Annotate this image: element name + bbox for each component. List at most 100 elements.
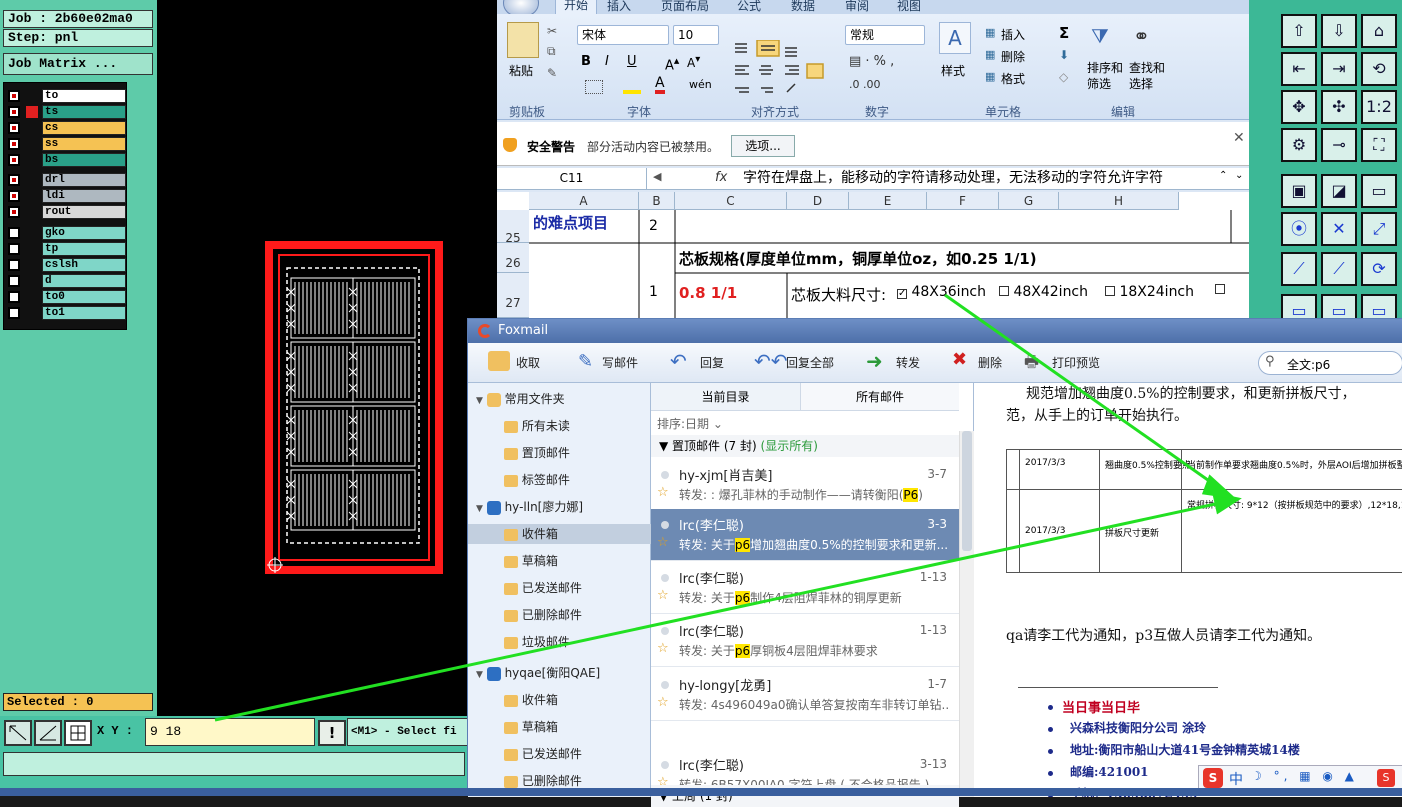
layer-row-to0[interactable]: to0 [8,290,126,304]
frame-icon[interactable]: ▣ [1281,174,1317,208]
search-box[interactable]: ⚲ 全文:p6 [1258,351,1402,375]
edit-icon[interactable]: ◪ [1321,174,1357,208]
grow-font-icon[interactable]: A▴ [665,54,679,73]
spreadsheet-grid[interactable]: ABCDEFGH 25 26 27 的难点项目 2 芯板规格(厚度单位mm，铜厚… [497,192,1249,318]
insert-cells-button[interactable]: 插入 [1001,26,1025,43]
folder-item[interactable]: 已发送邮件 [504,578,582,598]
layer-toggle-checkbox[interactable] [8,291,20,303]
zoom-fit-button[interactable] [4,720,32,746]
star-icon[interactable]: ☆ [657,641,669,656]
layer-name[interactable]: to [42,89,126,103]
layer-toggle-checkbox[interactable] [8,227,20,239]
layer-name[interactable]: d [42,274,126,288]
cell-a25[interactable]: 的难点项目 [533,212,608,233]
mail-item[interactable]: ☆ hy-xjm[肖吉美] 3-7 转发: : 爆孔菲林的手动制作——请转衡阳(P6) [651,459,959,511]
sogou-tray-icon[interactable]: S [1377,769,1395,787]
delete-cells-button[interactable]: 删除 [1001,48,1025,65]
ribbon-tab-6[interactable]: 视图 [897,0,921,12]
folder-item[interactable]: ▼ hy-lln[廖力娜] [476,497,583,517]
layer-toggle-checkbox[interactable] [8,154,20,166]
find-select-button[interactable]: 查找和 选择 [1129,60,1165,92]
ribbon-tab-4[interactable]: 数据 [791,0,815,12]
node-icon[interactable]: ⦿ [1281,212,1317,246]
column-header-C[interactable]: C [675,192,787,210]
layer-toggle-checkbox[interactable] [8,174,20,186]
folder-item[interactable]: 标签邮件 [504,470,570,490]
layer-name[interactable]: ts [42,105,126,119]
number-format-select[interactable]: 常规 [845,25,925,45]
layer-name[interactable]: to1 [42,306,126,320]
taskbar[interactable] [0,788,1402,796]
layer-name[interactable]: gko [42,226,126,240]
column-header-B[interactable]: B [639,192,675,210]
cell-d27[interactable]: 芯板大料尺寸: [791,284,886,305]
cell-b27[interactable]: 1 [649,284,658,300]
layer-toggle-checkbox[interactable] [8,138,20,150]
layer-name[interactable]: cslsh [42,258,126,272]
print-preview-button[interactable]: 打印预览 [1052,353,1100,373]
layer-row-drl[interactable]: drl [8,173,126,187]
ime-tools-icon[interactable]: ☽ °, ▦ ◉ ▲ [1251,769,1358,783]
layer-name[interactable]: ss [42,137,126,151]
ribbon-tab-3[interactable]: 公式 [737,0,761,12]
search-input[interactable]: 全文:p6 [1287,356,1330,373]
group-header-pinned[interactable]: ▼ 置顶邮件 (7 封) (显示所有) [651,435,959,457]
folder-item[interactable]: ▼ 常用文件夹 [476,389,565,409]
line-icon[interactable]: ⟋ [1281,252,1317,286]
cell-c26[interactable]: 芯板规格(厚度单位mm，铜厚单位oz，如0.25 1/1) [679,248,1037,269]
font-size-select[interactable]: 10 [673,25,719,45]
sort-selector[interactable]: 排序:日期 ⌄ [657,415,723,432]
draw-icon[interactable]: ⟋ [1321,252,1357,286]
mail-item[interactable]: ☆ lrc(李仁聪) 3-3 转发: 关于p6增加翘曲度0.5%的控制要求和更新... [651,509,959,561]
measure-button[interactable] [34,720,62,746]
layer-row-ss[interactable]: ss [8,137,126,151]
connect-icon[interactable]: ⊸ [1321,128,1357,162]
layer-name[interactable]: cs [42,121,126,135]
layer-name[interactable]: drl [42,173,126,187]
layer-toggle-checkbox[interactable] [8,307,20,319]
layer-name[interactable]: rout [42,205,126,219]
reply-all-button[interactable]: 回复全部 [786,353,834,373]
decimal-icon[interactable]: .0 .00 [849,78,881,91]
layer-toggle-checkbox[interactable] [8,122,20,134]
star-icon[interactable]: ☆ [657,695,669,710]
layer-row-to[interactable]: to [8,89,126,103]
column-header-F[interactable]: F [927,192,999,210]
layer-row-to1[interactable]: to1 [8,306,126,320]
move-node-icon[interactable]: ⤢ [1361,212,1397,246]
shift-up-icon[interactable]: ⇧ [1281,14,1317,48]
layer-row-tp[interactable]: tp [8,242,126,256]
pan-left-icon[interactable]: ⇤ [1281,52,1317,86]
checkbox-option-3[interactable]: 18X24inch [1105,284,1194,300]
folder-item[interactable]: 收件箱 [504,690,558,710]
styles-button[interactable]: 样式 [941,62,965,79]
ime-mode[interactable]: 中 [1229,769,1243,789]
center-icon[interactable]: ✣ [1321,90,1357,124]
ribbon-tab-2[interactable]: 页面布局 [661,0,709,12]
layer-toggle-checkbox[interactable] [8,90,20,102]
layer-toggle-checkbox[interactable] [8,206,20,218]
star-icon[interactable]: ☆ [657,535,669,550]
receive-button[interactable]: 收取 [516,353,540,373]
xy-coordinate-input[interactable]: 9 18 [145,718,315,746]
star-icon[interactable]: ☆ [657,485,669,500]
layer-row-d[interactable]: d [8,274,126,288]
currency-icon[interactable]: ▤ · % , [849,54,894,69]
column-header-E[interactable]: E [849,192,927,210]
formula-input[interactable]: 字符在焊盘上，能移动的字符请移动处理，无法移动的字符允许字符 [743,168,1163,189]
column-header-G[interactable]: G [999,192,1059,210]
border-icon[interactable] [585,80,603,94]
layer-row-ldi[interactable]: ldi [8,189,126,203]
folder-item[interactable]: 所有未读 [504,416,570,436]
folder-item[interactable]: 置顶邮件 [504,443,570,463]
folder-item[interactable]: ▼ hyqae[衡阳QAE] [476,663,600,683]
settings-icon[interactable]: ⚙ [1281,128,1317,162]
job-matrix-button[interactable]: Job Matrix ... [3,53,153,75]
checkbox-option-2[interactable]: 48X42inch [999,284,1088,300]
zoom-in-icon[interactable]: ✥ [1281,90,1317,124]
column-header-D[interactable]: D [787,192,849,210]
ribbon-tab-1[interactable]: 插入 [607,0,631,12]
shrink-font-icon[interactable]: A▾ [687,54,700,70]
forward-button[interactable]: 转发 [896,353,920,373]
mail-list-scrollbar[interactable] [959,431,974,797]
